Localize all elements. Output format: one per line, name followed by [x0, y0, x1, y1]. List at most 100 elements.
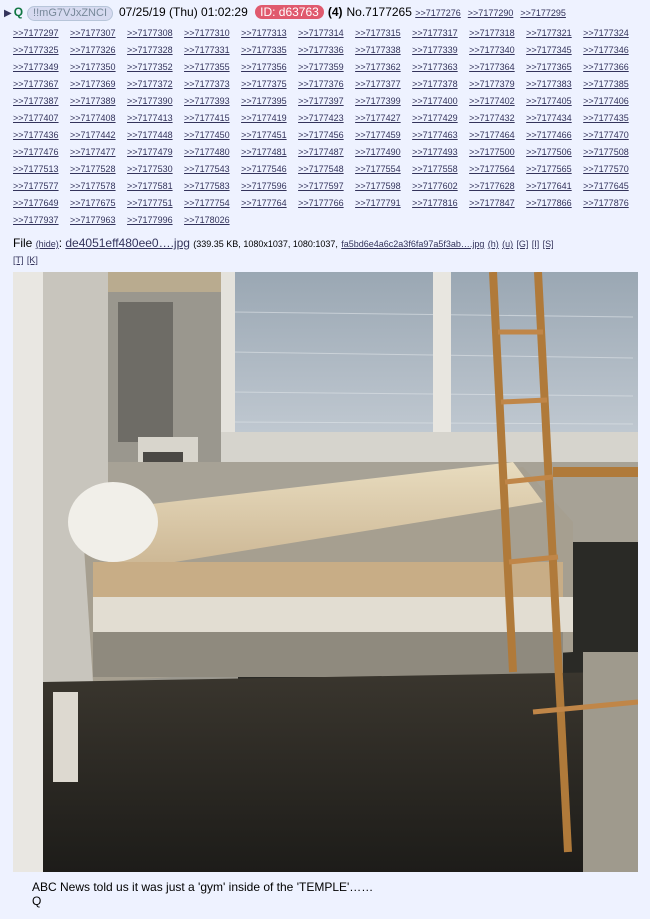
backlink[interactable]: >>7177481: [241, 147, 287, 157]
backlink[interactable]: >>7177597: [298, 181, 344, 191]
backlink[interactable]: >>7177317: [412, 28, 458, 38]
backlink[interactable]: >>7177379: [469, 79, 515, 89]
backlink[interactable]: >>7177290: [468, 8, 514, 18]
backlink[interactable]: >>7177641: [526, 181, 572, 191]
backlink[interactable]: >>7177375: [241, 79, 287, 89]
backlink[interactable]: >>7177442: [70, 130, 116, 140]
backlink[interactable]: >>7177395: [241, 96, 287, 106]
backlink[interactable]: >>7177766: [298, 198, 344, 208]
backlink[interactable]: >>7177506: [526, 147, 572, 157]
backlink[interactable]: >>7177423: [298, 113, 344, 123]
file-name-link[interactable]: de4051eff480ee0….jpg: [65, 236, 190, 250]
backlink[interactable]: >>7177436: [13, 130, 59, 140]
tineye-search-link[interactable]: [T]: [13, 255, 24, 265]
backlink[interactable]: >>7177581: [127, 181, 173, 191]
backlink[interactable]: >>7177487: [298, 147, 344, 157]
h-link[interactable]: (h): [488, 239, 499, 249]
karma-search-link[interactable]: [K]: [27, 255, 38, 265]
backlink[interactable]: >>7177565: [526, 164, 572, 174]
backlink[interactable]: >>7177866: [526, 198, 572, 208]
backlink[interactable]: >>7177355: [184, 62, 230, 72]
backlink[interactable]: >>7178026: [184, 215, 230, 225]
backlink[interactable]: >>7177318: [469, 28, 515, 38]
backlink[interactable]: >>7177346: [583, 45, 629, 55]
backlink[interactable]: >>7177359: [298, 62, 344, 72]
backlink[interactable]: >>7177400: [412, 96, 458, 106]
backlink[interactable]: >>7177500: [469, 147, 515, 157]
backlink[interactable]: >>7177419: [241, 113, 287, 123]
backlink[interactable]: >>7177326: [70, 45, 116, 55]
hide-file-link[interactable]: (hide): [36, 239, 59, 249]
backlink[interactable]: >>7177479: [127, 147, 173, 157]
backlink[interactable]: >>7177876: [583, 198, 629, 208]
backlink[interactable]: >>7177490: [355, 147, 401, 157]
backlink[interactable]: >>7177366: [583, 62, 629, 72]
backlink[interactable]: >>7177328: [127, 45, 173, 55]
backlink[interactable]: >>7177331: [184, 45, 230, 55]
backlink[interactable]: >>7177407: [13, 113, 59, 123]
backlink[interactable]: >>7177602: [412, 181, 458, 191]
backlink[interactable]: >>7177387: [13, 96, 59, 106]
backlink[interactable]: >>7177459: [355, 130, 401, 140]
backlink[interactable]: >>7177450: [184, 130, 230, 140]
backlink[interactable]: >>7177476: [13, 147, 59, 157]
backlink[interactable]: >>7177373: [184, 79, 230, 89]
backlink[interactable]: >>7177307: [70, 28, 116, 38]
backlink[interactable]: >>7177340: [469, 45, 515, 55]
backlink[interactable]: >>7177464: [469, 130, 515, 140]
backlink[interactable]: >>7177336: [298, 45, 344, 55]
backlink[interactable]: >>7177369: [70, 79, 116, 89]
backlink[interactable]: >>7177372: [127, 79, 173, 89]
backlink[interactable]: >>7177558: [412, 164, 458, 174]
backlink[interactable]: >>7177435: [583, 113, 629, 123]
u-link[interactable]: (u): [502, 239, 513, 249]
backlink[interactable]: >>7177405: [526, 96, 572, 106]
backlink[interactable]: >>7177546: [241, 164, 287, 174]
backlink[interactable]: >>7177963: [70, 215, 116, 225]
backlink[interactable]: >>7177385: [583, 79, 629, 89]
iqdb-search-link[interactable]: [I]: [532, 239, 540, 249]
backlink[interactable]: >>7177349: [13, 62, 59, 72]
backlink[interactable]: >>7177350: [70, 62, 116, 72]
backlink[interactable]: >>7177339: [412, 45, 458, 55]
backlink[interactable]: >>7177470: [583, 130, 629, 140]
backlink[interactable]: >>7177578: [70, 181, 116, 191]
backlink[interactable]: >>7177816: [412, 198, 458, 208]
backlink[interactable]: >>7177295: [520, 8, 566, 18]
backlink[interactable]: >>7177335: [241, 45, 287, 55]
backlink[interactable]: >>7177847: [469, 198, 515, 208]
backlink[interactable]: >>7177530: [127, 164, 173, 174]
backlink[interactable]: >>7177364: [469, 62, 515, 72]
google-search-link[interactable]: [G]: [516, 239, 528, 249]
backlink[interactable]: >>7177570: [583, 164, 629, 174]
backlink[interactable]: >>7177352: [127, 62, 173, 72]
backlink[interactable]: >>7177528: [70, 164, 116, 174]
backlink[interactable]: >>7177791: [355, 198, 401, 208]
backlink[interactable]: >>7177365: [526, 62, 572, 72]
backlink[interactable]: >>7177548: [298, 164, 344, 174]
backlink[interactable]: >>7177389: [70, 96, 116, 106]
backlink[interactable]: >>7177577: [13, 181, 59, 191]
backlink[interactable]: >>7177297: [13, 28, 59, 38]
backlink[interactable]: >>7177413: [127, 113, 173, 123]
backlink[interactable]: >>7177480: [184, 147, 230, 157]
triangle-right-icon[interactable]: ▶: [4, 8, 12, 19]
backlink[interactable]: >>7177325: [13, 45, 59, 55]
backlink[interactable]: >>7177321: [526, 28, 572, 38]
backlink[interactable]: >>7177276: [415, 8, 461, 18]
backlink[interactable]: >>7177383: [526, 79, 572, 89]
backlink[interactable]: >>7177378: [412, 79, 458, 89]
backlink[interactable]: >>7177554: [355, 164, 401, 174]
backlink[interactable]: >>7177645: [583, 181, 629, 191]
backlink[interactable]: >>7177628: [469, 181, 515, 191]
backlink[interactable]: >>7177751: [127, 198, 173, 208]
backlink[interactable]: >>7177367: [13, 79, 59, 89]
backlink[interactable]: >>7177937: [13, 215, 59, 225]
backlink[interactable]: >>7177406: [583, 96, 629, 106]
backlink[interactable]: >>7177313: [241, 28, 287, 38]
backlink[interactable]: >>7177399: [355, 96, 401, 106]
backlink[interactable]: >>7177598: [355, 181, 401, 191]
saucenao-search-link[interactable]: [S]: [543, 239, 554, 249]
backlink[interactable]: >>7177764: [241, 198, 287, 208]
backlink[interactable]: >>7177448: [127, 130, 173, 140]
